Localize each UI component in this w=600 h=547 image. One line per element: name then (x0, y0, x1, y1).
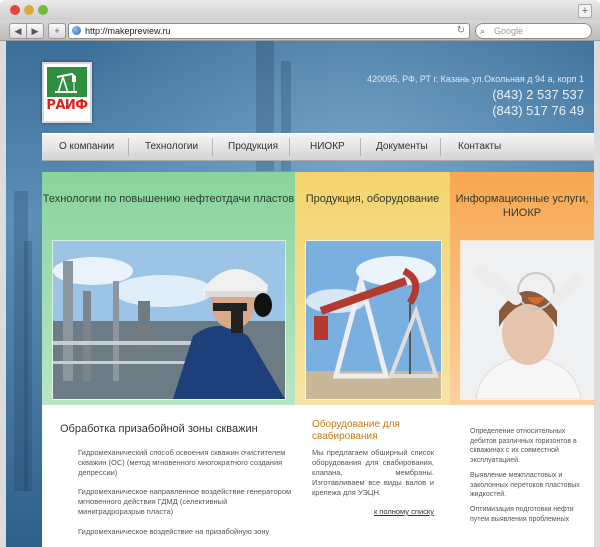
browser-toolbar: ◀ ▶ + http://makepreview.ru ↻ ⌕ Google (0, 20, 600, 41)
phone-number: (843) 517 76 49 (492, 103, 584, 118)
technologies-panel[interactable]: Технологии по повышению нефтеотдачи плас… (42, 172, 295, 405)
list-item[interactable]: Определение относительных дебитов различ… (470, 427, 585, 465)
search-field[interactable]: ⌕ Google (475, 23, 592, 39)
panel-title: Информационные услуги, НИОКР (455, 193, 589, 219)
forward-button[interactable]: ▶ (26, 23, 44, 39)
close-icon[interactable] (10, 5, 20, 15)
list-item[interactable]: Гидромеханический способ освоения скважи… (78, 448, 293, 478)
research-panel[interactable]: Информационные услуги, НИОКР (450, 172, 594, 405)
list-item[interactable]: Выявление межпластовых и заколонных пере… (470, 471, 585, 500)
menu-divider (360, 138, 361, 156)
background-tower (24, 241, 32, 491)
phone-number: (843) 2 537 537 (492, 87, 584, 102)
menu-divider (212, 138, 213, 156)
menu-item-technologies[interactable]: Технологии (145, 134, 198, 160)
menu-item-documents[interactable]: Документы (376, 134, 428, 160)
full-list-link[interactable]: к полному списку (374, 507, 434, 516)
section-text: Мы предлагаем обширный список оборудован… (312, 448, 434, 497)
section-title[interactable]: Оборудование для свабирования (312, 419, 434, 443)
content-area: Обработка призабойной зоны скважин Гидро… (42, 405, 594, 547)
globe-icon (72, 26, 81, 35)
menu-item-contacts[interactable]: Контакты (458, 134, 501, 160)
laboratory-photo (460, 240, 594, 400)
menu-divider (440, 138, 441, 156)
wellbore-treatment-section: Обработка призабойной зоны скважин Гидро… (60, 423, 295, 536)
minimize-icon[interactable] (24, 5, 34, 15)
list-item[interactable]: Оптимизация подготовки нефти путем выявл… (470, 505, 585, 524)
maximize-icon[interactable] (38, 5, 48, 15)
pumpjack-photo (305, 240, 442, 400)
new-tab-icon[interactable]: + (578, 4, 592, 18)
url-text: http://makepreview.ru (85, 26, 171, 36)
title-bar: + (0, 0, 600, 20)
panel-title: Технологии по повышению нефтеотдачи плас… (42, 193, 295, 205)
menu-item-about[interactable]: О компании (59, 134, 114, 160)
menu-divider (289, 138, 290, 156)
section-title: Обработка призабойной зоны скважин (60, 423, 258, 435)
list-item[interactable]: Гидромеханическое направленное воздейств… (78, 487, 293, 517)
main-menu: О компании Технологии Продукция НИОКР До… (42, 133, 594, 161)
products-panel[interactable]: Продукция, оборудование (295, 172, 450, 405)
browser-window: + ◀ ▶ + http://makepreview.ru ↻ ⌕ Google (0, 0, 600, 547)
back-button[interactable]: ◀ (9, 23, 27, 39)
oil-rig-icon (55, 72, 77, 93)
menu-item-research[interactable]: НИОКР (310, 134, 345, 160)
company-address: 420095, РФ, РТ г. Казань ул.Окольная д 9… (367, 74, 584, 84)
address-bar[interactable]: http://makepreview.ru ↻ (68, 23, 470, 39)
list-item[interactable]: Гидромеханическое воздействие на призабо… (78, 527, 293, 537)
panel-title: Продукция, оборудование (305, 193, 440, 205)
web-page: РАИФ 420095, РФ, РТ г. Казань ул.Окольна… (6, 41, 594, 547)
menu-item-products[interactable]: Продукция (228, 134, 278, 160)
menu-divider (128, 138, 129, 156)
search-icon: ⌕ (480, 26, 486, 36)
swabbing-equipment-section: Оборудование для свабирования Мы предлаг… (312, 419, 434, 516)
company-logo[interactable]: РАИФ (42, 62, 92, 123)
refinery-worker-photo (52, 240, 286, 400)
reload-icon[interactable]: ↻ (457, 24, 465, 38)
add-bookmark-button[interactable]: + (48, 23, 66, 39)
logo-text: РАИФ (46, 98, 88, 113)
search-placeholder: Google (494, 26, 524, 36)
